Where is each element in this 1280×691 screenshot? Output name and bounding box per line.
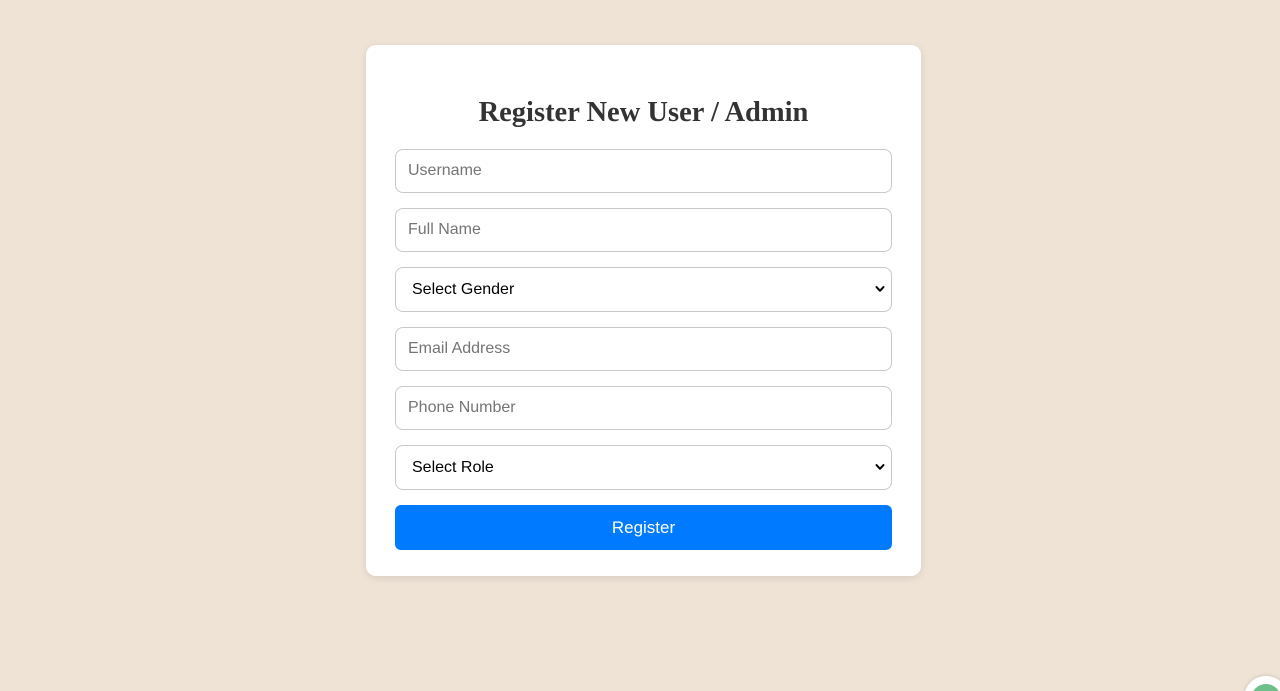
register-card: Register New User / Admin Username Full …: [366, 45, 921, 576]
gender-select[interactable]: Select Gender: [395, 267, 892, 312]
role-select[interactable]: Select Role: [395, 445, 892, 490]
phone-placeholder: Phone Number: [408, 399, 516, 416]
register-form: Username Full Name Select Gender Email A…: [395, 149, 892, 550]
chevron-down-icon: [875, 462, 885, 472]
page: Register New User / Admin Username Full …: [0, 0, 1280, 691]
gender-select-value: Select Gender: [412, 281, 515, 298]
role-select-value: Select Role: [412, 459, 494, 476]
username-input[interactable]: Username: [395, 149, 892, 193]
email-input[interactable]: Email Address: [395, 327, 892, 371]
full-name-input[interactable]: Full Name: [395, 208, 892, 252]
username-placeholder: Username: [408, 162, 482, 179]
chat-widget-button[interactable]: [1244, 676, 1280, 691]
page-title: Register New User / Admin: [478, 97, 809, 128]
register-button[interactable]: Register: [395, 505, 892, 550]
chat-widget-icon: [1251, 684, 1280, 691]
email-placeholder: Email Address: [408, 340, 511, 357]
phone-input[interactable]: Phone Number: [395, 386, 892, 430]
full-name-placeholder: Full Name: [408, 221, 481, 238]
chevron-down-icon: [875, 284, 885, 294]
